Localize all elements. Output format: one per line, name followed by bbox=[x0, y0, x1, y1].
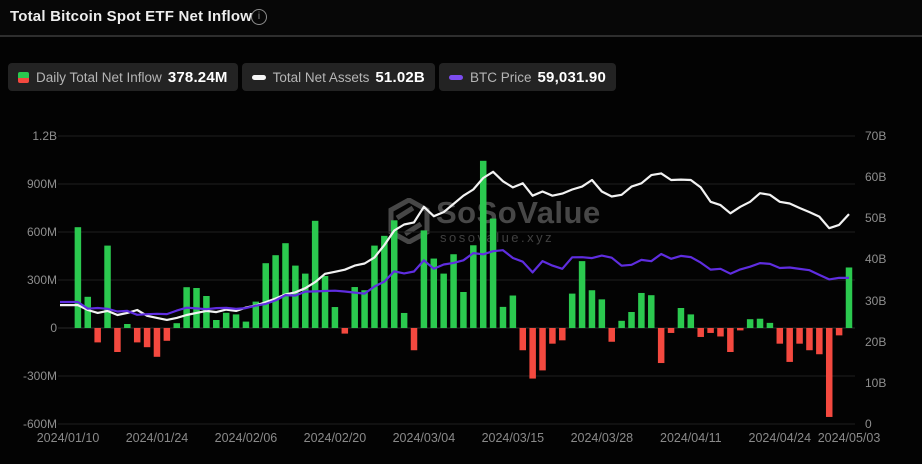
inflow-bar bbox=[411, 328, 418, 350]
inflow-bar bbox=[658, 328, 665, 363]
inflow-bar bbox=[174, 323, 181, 328]
inflow-bar bbox=[332, 307, 339, 328]
inflow-bar bbox=[114, 328, 121, 352]
inflow-bar bbox=[510, 296, 517, 328]
inflow-bar bbox=[608, 328, 615, 342]
inflow-bar bbox=[361, 290, 368, 328]
inflow-bar bbox=[223, 313, 230, 328]
inflow-bar bbox=[342, 328, 349, 334]
inflow-bar bbox=[312, 221, 319, 328]
inflow-bar bbox=[816, 328, 823, 354]
inflow-bar bbox=[75, 227, 82, 328]
inflow-bar bbox=[233, 314, 240, 328]
inflow-bar bbox=[124, 324, 131, 328]
inflow-bar bbox=[767, 323, 774, 328]
inflow-bar bbox=[421, 230, 428, 328]
inflow-bar bbox=[272, 255, 279, 328]
inflow-bar bbox=[450, 254, 457, 328]
inflow-bar bbox=[539, 328, 546, 370]
inflow-bar bbox=[648, 295, 655, 328]
inflow-bar bbox=[559, 328, 566, 340]
inflow-bar bbox=[302, 274, 309, 328]
inflow-bar bbox=[628, 312, 635, 328]
inflow-bar bbox=[757, 319, 764, 328]
inflow-bar bbox=[747, 319, 754, 328]
inflow-bar bbox=[490, 219, 497, 328]
inflow-bar bbox=[144, 328, 151, 347]
inflow-bar bbox=[460, 292, 467, 328]
inflow-bar bbox=[85, 297, 92, 328]
inflow-bar bbox=[589, 290, 596, 328]
inflow-bar bbox=[322, 276, 329, 328]
inflow-bar bbox=[579, 261, 586, 328]
inflow-bar bbox=[678, 308, 685, 328]
inflow-bar bbox=[707, 328, 714, 333]
inflow-bar bbox=[529, 328, 536, 379]
inflow-bar bbox=[500, 307, 507, 328]
inflow-bar bbox=[243, 322, 250, 328]
inflow-bar bbox=[94, 328, 101, 342]
inflow-bar bbox=[470, 245, 477, 328]
inflow-bar bbox=[668, 328, 675, 333]
inflow-bar bbox=[806, 328, 813, 350]
inflow-bar bbox=[618, 321, 625, 328]
inflow-bar bbox=[134, 328, 141, 342]
inflow-bar bbox=[826, 328, 833, 417]
inflow-bar bbox=[786, 328, 793, 362]
inflow-bar bbox=[164, 328, 171, 341]
inflow-bar bbox=[727, 328, 734, 352]
inflow-bar bbox=[292, 266, 299, 328]
inflow-bar bbox=[638, 293, 645, 328]
inflow-bar bbox=[154, 328, 161, 357]
inflow-bar bbox=[520, 328, 527, 350]
inflow-bar bbox=[213, 320, 220, 328]
inflow-bar bbox=[846, 267, 853, 328]
etf-inflow-chart-panel: Total Bitcoin Spot ETF Net Inflow i Dail… bbox=[0, 0, 922, 464]
inflow-bar bbox=[688, 314, 695, 328]
inflow-bar bbox=[777, 328, 784, 344]
inflow-bar bbox=[717, 328, 724, 336]
inflow-bar bbox=[549, 328, 556, 344]
inflow-bar bbox=[796, 328, 803, 344]
chart-canvas[interactable] bbox=[0, 0, 922, 464]
inflow-bar bbox=[440, 274, 447, 328]
inflow-bar bbox=[697, 328, 704, 337]
inflow-bar bbox=[401, 313, 408, 328]
inflow-bar bbox=[104, 246, 111, 328]
net-inflow-bars bbox=[75, 161, 853, 417]
inflow-bar bbox=[737, 328, 744, 330]
inflow-bar bbox=[569, 294, 576, 328]
inflow-bar bbox=[282, 243, 289, 328]
inflow-bar bbox=[480, 161, 487, 328]
inflow-bar bbox=[836, 328, 843, 335]
inflow-bar bbox=[262, 263, 269, 328]
inflow-bar bbox=[599, 299, 606, 328]
